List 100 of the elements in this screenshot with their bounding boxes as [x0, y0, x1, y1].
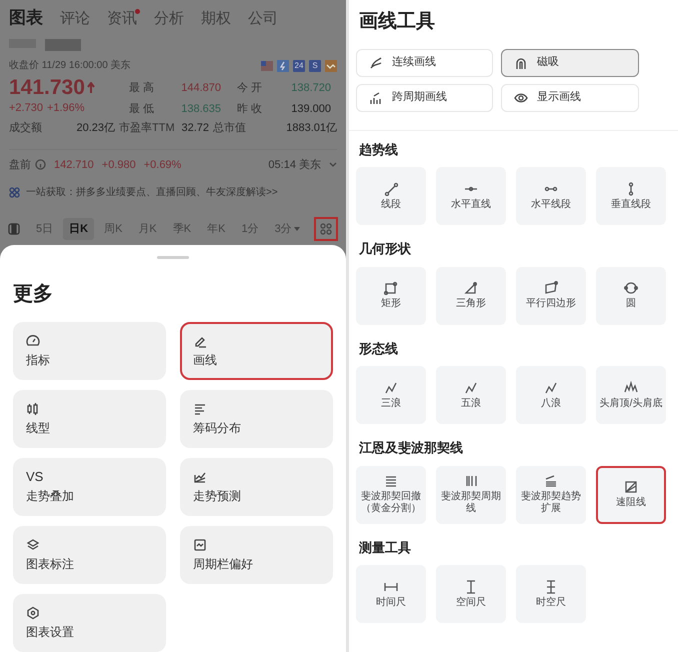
more-menu-item[interactable]: 线型	[13, 390, 166, 448]
eye-icon	[514, 90, 528, 104]
premarket-change: +0.980	[102, 158, 136, 172]
period-tab[interactable]: 日K	[63, 218, 94, 240]
layers-icon	[26, 538, 40, 552]
drawing-tool[interactable]: 速阻线	[596, 466, 666, 524]
stat-value: 138.720	[290, 81, 332, 96]
chart-tab[interactable]: 图表	[9, 4, 43, 30]
price-change-percent: +1.96%	[46, 101, 85, 116]
drawing-tool[interactable]: 斐波那契周期线	[436, 466, 506, 524]
bolt-icon	[277, 60, 289, 72]
drawing-tool[interactable]: 平行四边形	[516, 266, 586, 324]
more-button[interactable]	[314, 217, 338, 241]
more-menu-item[interactable]: 画线	[180, 322, 333, 380]
drawing-toggle[interactable]: 跨周期画线	[356, 84, 493, 112]
drawing-tool[interactable]: 斐波那契趋势扩展	[516, 466, 586, 524]
more-menu-item[interactable]: 指标	[13, 322, 166, 380]
drawing-toggle[interactable]: 磁吸	[501, 48, 639, 76]
price-change: +2.730	[9, 101, 43, 116]
stat-label: 最 低	[129, 102, 156, 117]
drawing-tool[interactable]: 矩形	[356, 266, 426, 324]
drag-handle[interactable]	[157, 256, 189, 259]
drawing-tool[interactable]: 斐波那契回撤（黄金分割）	[356, 466, 426, 524]
lines-icon	[193, 402, 207, 416]
more-menu-item[interactable]: VS 走势叠加	[13, 458, 166, 516]
up-arrow-icon	[86, 82, 95, 94]
stat-value: 144.870	[180, 81, 222, 96]
flag-icon	[261, 60, 273, 72]
wave-icon	[384, 380, 398, 394]
magnet-icon	[514, 56, 528, 70]
fibonacci-extension-icon	[544, 474, 558, 488]
curve-icon	[369, 56, 383, 70]
section-heading: 江恩及斐波那契线	[359, 439, 464, 457]
section-heading: 形态线	[359, 340, 399, 358]
grid-icon	[9, 187, 20, 198]
stat-value: 32.72	[180, 121, 210, 136]
drawing-tool[interactable]: 时间尺	[356, 565, 426, 623]
more-menu-item[interactable]: 图表标注	[13, 526, 166, 584]
fibonacci-time-icon	[464, 474, 478, 488]
drawing-tool[interactable]: 三角形	[436, 266, 506, 324]
panel-toggle-icon	[8, 223, 20, 235]
drawing-tool[interactable]: 头肩顶/头肩底	[596, 366, 666, 424]
premarket-time: 05:14 美东	[268, 158, 321, 172]
section-heading: 趋势线	[359, 140, 399, 158]
price-ruler-icon	[464, 580, 478, 594]
stat-value: 138.635	[180, 102, 222, 117]
trend-icon	[325, 60, 337, 72]
triangle-icon	[464, 281, 478, 295]
circle-icon	[624, 281, 638, 295]
redacted-block	[45, 39, 81, 52]
premarket-change-percent: +0.69%	[144, 158, 182, 172]
gauge-icon	[26, 334, 40, 348]
bars-icon	[369, 90, 383, 104]
wave-icon	[544, 380, 558, 394]
head-shoulders-icon	[624, 380, 638, 394]
drawing-tool[interactable]: 水平线段	[516, 167, 586, 225]
stat-label: 今 开	[237, 81, 264, 96]
drawing-toggle[interactable]: 显示画线	[501, 84, 639, 112]
stat-value: 139.000	[290, 102, 332, 117]
section-heading: 几何形状	[359, 240, 412, 258]
drawing-tool[interactable]: 垂直线段	[596, 167, 666, 225]
parallelogram-icon	[544, 281, 558, 295]
stat-label: 市盈率TTM	[119, 120, 176, 136]
drawing-tool[interactable]: 八浪	[516, 366, 586, 424]
stat-value: 20.23亿	[75, 121, 116, 136]
vs-label: VS	[26, 470, 44, 484]
premarket-label: 盘前	[9, 158, 31, 172]
wave-icon	[464, 380, 478, 394]
fibonacci-retracement-icon	[384, 474, 398, 488]
grid-icon	[320, 223, 332, 235]
close-time-label: 收盘价 11/29 16:00:00 美东	[9, 58, 131, 74]
drawing-tool[interactable]: 时空尺	[516, 565, 586, 623]
candlestick-icon	[26, 402, 40, 416]
drawing-tool[interactable]: 三浪	[356, 366, 426, 424]
market-badge: S	[309, 60, 321, 72]
stock-price: 141.730	[9, 76, 85, 100]
drawing-tool[interactable]: 圆	[596, 266, 666, 324]
drawing-tool[interactable]: 空间尺	[436, 565, 506, 623]
drawing-toggle[interactable]: 连续画线	[356, 48, 493, 76]
settings-icon	[26, 606, 40, 620]
stat-label: 昨 收	[237, 102, 264, 117]
chevron-down-icon	[329, 162, 337, 168]
more-menu-item[interactable]: 图表设置	[13, 594, 166, 652]
drawing-tool[interactable]: 五浪	[436, 366, 506, 424]
market-badge: 24	[293, 60, 305, 72]
drawing-tool[interactable]: 线段	[356, 167, 426, 225]
stat-label: 总市值	[213, 120, 247, 136]
more-menu-item[interactable]: 周期栏偏好	[180, 526, 333, 584]
more-menu-item[interactable]: 走势预测	[180, 458, 333, 516]
speed-lines-icon	[624, 480, 638, 494]
drawing-tool[interactable]: 水平直线	[436, 167, 506, 225]
more-menu-item[interactable]: 筹码分布	[180, 390, 333, 448]
segment-icon	[384, 182, 398, 196]
chart-window-icon	[193, 538, 207, 552]
stat-value: 1883.01亿	[285, 121, 337, 136]
premarket-price: 142.710	[54, 158, 94, 172]
info-icon	[35, 159, 46, 170]
stat-label: 最 高	[129, 80, 156, 96]
sheet-title: 更多	[13, 282, 54, 307]
section-heading: 测量工具	[359, 538, 412, 556]
